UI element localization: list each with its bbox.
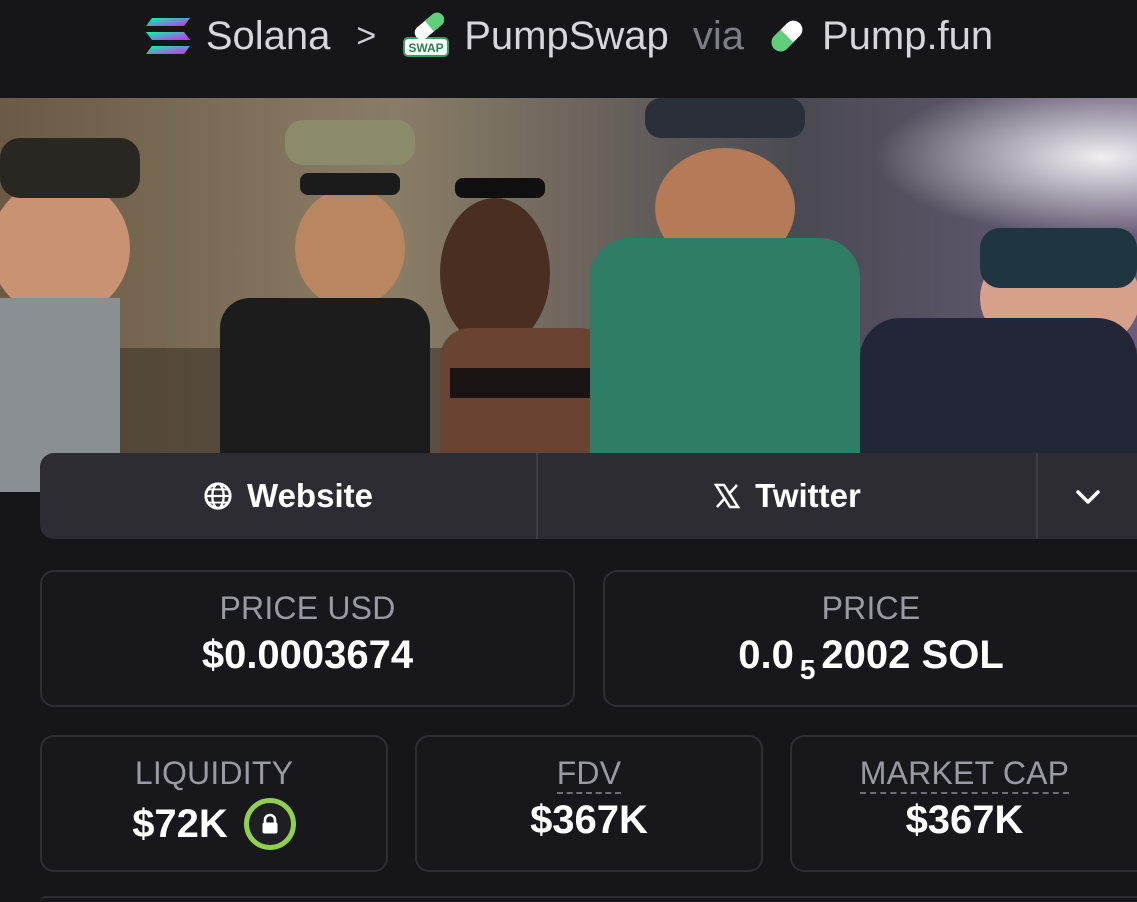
liquidity-label: LIQUIDITY	[134, 755, 294, 791]
breadcrumb: Solana > SWAP PumpSwap via Pump.fun	[0, 0, 1137, 98]
liquidity-value-row: $72K	[42, 798, 386, 850]
lock-icon[interactable]	[243, 798, 296, 850]
breadcrumb-source-label: Pump.fun	[821, 13, 994, 58]
website-label: Website	[247, 477, 373, 514]
twitter-button[interactable]: Twitter	[538, 453, 1038, 539]
fdv-label[interactable]: FDV	[556, 755, 622, 794]
twitter-label: Twitter	[755, 477, 861, 514]
token-banner-image	[0, 98, 1137, 492]
next-card-edge	[40, 896, 1137, 902]
market-cap-label[interactable]: MARKET CAP	[859, 755, 1070, 794]
breadcrumb-dex[interactable]: SWAP PumpSwap	[402, 12, 669, 60]
pill-icon	[766, 15, 808, 57]
breadcrumb-via: via	[692, 13, 744, 58]
price-native-lead: 0.0	[738, 633, 794, 677]
fdv-card: FDV $367K	[415, 735, 763, 872]
pumpswap-icon: SWAP	[402, 12, 450, 60]
market-cap-value: $367K	[905, 798, 1024, 842]
liquidity-card: LIQUIDITY $72K	[40, 735, 388, 872]
price-native-value: 0.0 5 2002 SOL	[605, 633, 1137, 685]
price-usd-label: PRICE USD	[219, 590, 396, 626]
breadcrumb-dex-label: PumpSwap	[464, 13, 669, 58]
fdv-value: $367K	[530, 798, 648, 842]
links-bar: Website Twitter	[40, 453, 1137, 539]
market-cap-card: MARKET CAP $367K	[790, 735, 1137, 872]
liquidity-value: $72K	[132, 801, 228, 846]
breadcrumb-chain[interactable]: Solana	[144, 13, 331, 59]
breadcrumb-source[interactable]: Pump.fun	[766, 14, 993, 59]
website-button[interactable]: Website	[40, 453, 538, 539]
globe-icon	[203, 481, 233, 511]
chevron-down-icon	[1074, 477, 1102, 515]
breadcrumb-chain-label: Solana	[205, 13, 331, 58]
price-native-tail: 2002 SOL	[821, 633, 1004, 677]
solana-icon	[144, 16, 192, 56]
price-native-card: PRICE 0.0 5 2002 SOL	[603, 570, 1137, 707]
price-native-zero-count: 5	[799, 653, 816, 685]
pumpswap-badge-text: SWAP	[409, 41, 444, 55]
price-native-label: PRICE	[821, 590, 921, 626]
x-icon	[713, 482, 741, 510]
chevron-right-icon: >	[356, 16, 377, 55]
more-links-dropdown[interactable]	[1038, 453, 1137, 539]
price-usd-value: $0.0003674	[201, 633, 414, 677]
price-usd-card: PRICE USD $0.0003674	[40, 570, 575, 707]
